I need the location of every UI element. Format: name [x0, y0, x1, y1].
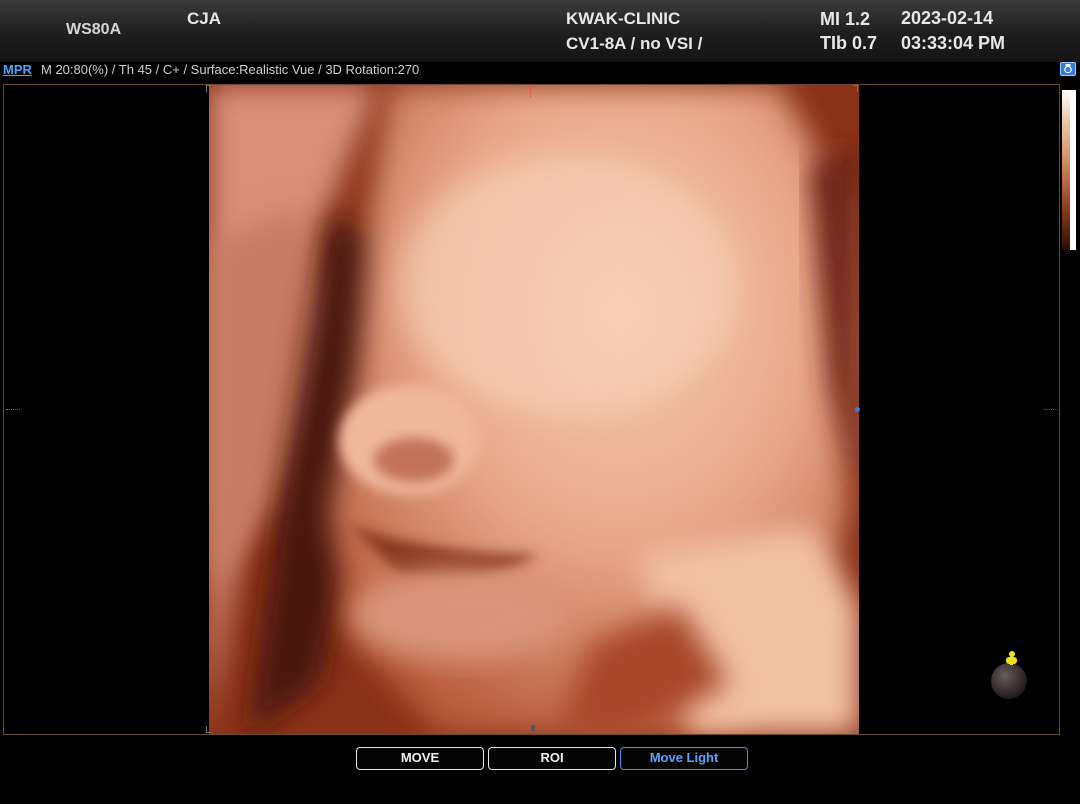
imaging-parameters: M 20:80(%) / Th 45 / C+ / Surface:Realis…	[41, 62, 420, 77]
right-center-marker	[855, 407, 860, 412]
3d-viewport[interactable]	[3, 84, 1060, 735]
corner-bottom-left	[206, 726, 211, 733]
corner-bottom-right	[853, 726, 858, 733]
orientation-ball-icon[interactable]	[985, 645, 1035, 705]
move-light-button[interactable]: Move Light	[620, 747, 748, 770]
corner-top-right	[853, 85, 858, 92]
exam-time: 03:33:04 PM	[901, 33, 1006, 53]
right-guide-line	[1044, 409, 1058, 410]
surface-render-image[interactable]	[209, 85, 859, 734]
status-header: WS80A CJA KWAK-CLINIC CV1-8A / no VSI / …	[0, 0, 1080, 62]
mpr-link[interactable]: MPR	[3, 62, 32, 77]
move-button[interactable]: MOVE	[356, 747, 484, 770]
color-map-bar-white	[1070, 90, 1076, 250]
probe-preset: CV1-8A / no VSI /	[566, 34, 703, 53]
institution-name: KWAK-CLINIC	[566, 9, 681, 28]
roi-button[interactable]: ROI	[488, 747, 616, 770]
color-map-bar	[1062, 90, 1070, 250]
mechanical-index: MI 1.2	[820, 9, 871, 29]
top-center-marker	[530, 85, 535, 97]
thermal-index: TIb 0.7	[820, 33, 878, 53]
corner-top-left	[206, 85, 211, 92]
camera-icon[interactable]	[1060, 62, 1076, 76]
left-guide-line	[6, 409, 20, 410]
exam-date: 2023-02-14	[901, 8, 994, 28]
patient-id: CJA	[187, 9, 222, 28]
device-model: WS80A	[66, 21, 122, 38]
bottom-center-marker	[531, 725, 535, 731]
